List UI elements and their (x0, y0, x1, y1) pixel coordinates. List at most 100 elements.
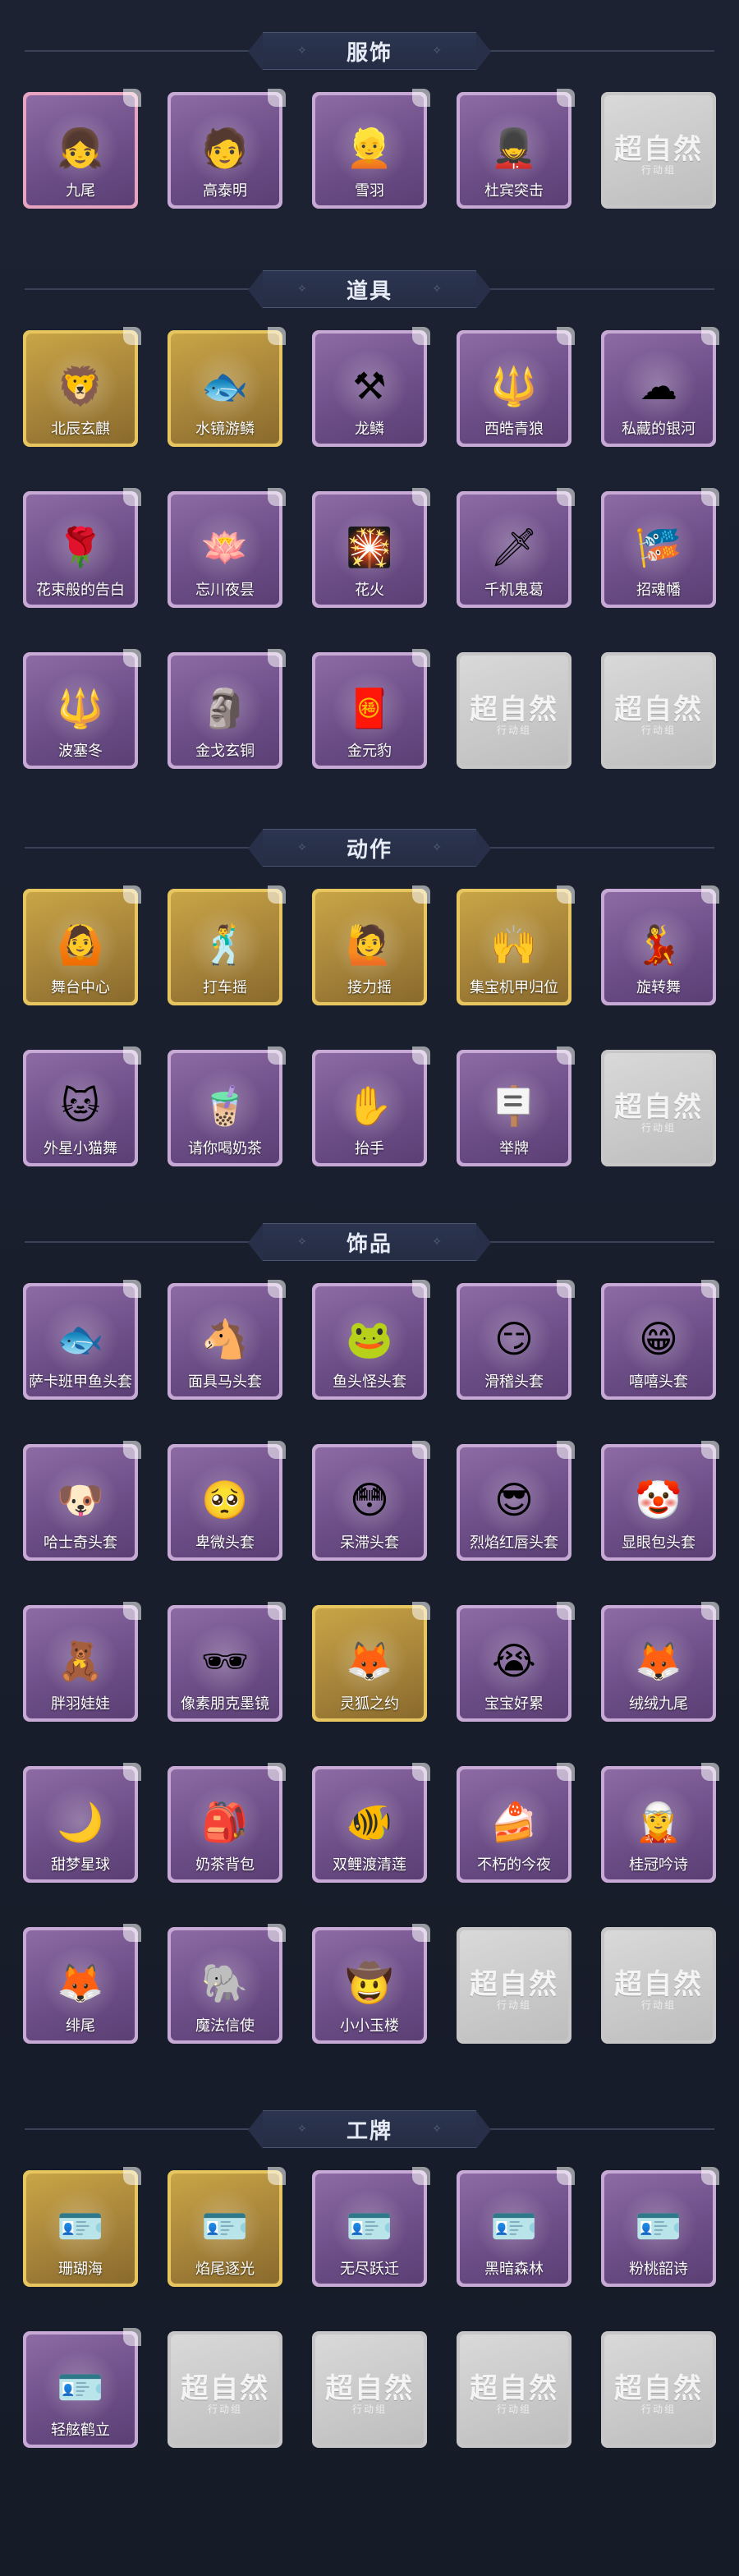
item-card[interactable]: 👱 雪羽 (312, 89, 430, 209)
locked-item-card[interactable]: 超自然 行动组 (601, 2331, 716, 2448)
item-card[interactable]: 🤠 小小玉楼 (312, 1924, 430, 2044)
item-card[interactable]: 🪷 忘川夜昙 (168, 488, 286, 608)
card-body: ☁ 私藏的银河 (604, 334, 713, 444)
item-card[interactable]: ✋ 抬手 (312, 1046, 430, 1166)
card-body: 🐶 哈士奇头套 (26, 1447, 135, 1557)
horse-head-icon: 🐴 (187, 1301, 263, 1378)
item-card[interactable]: 🧧 金元豹 (312, 649, 430, 769)
item-card[interactable]: 🔱 波塞冬 (23, 649, 141, 769)
card-body: 🐸 鱼头怪头套 (315, 1286, 424, 1396)
section-header: ✧ 服饰 ✧ (0, 25, 739, 77)
item-card[interactable]: 💃 旋转舞 (601, 886, 719, 1005)
item-card[interactable]: 🎏 招魂幡 (601, 488, 719, 608)
item-card[interactable]: 🧝 桂冠吟诗 (601, 1763, 719, 1883)
item-card[interactable]: 🌙 甜梦星球 (23, 1763, 141, 1883)
item-card[interactable]: 🗡 千机鬼葛 (457, 488, 575, 608)
item-card[interactable]: 🪧 举牌 (457, 1046, 575, 1166)
card-body: 🪪 黑暗森林 (460, 2174, 568, 2284)
item-label: 甜梦星球 (51, 1856, 110, 1874)
item-card[interactable]: 😭 宝宝好累 (457, 1602, 575, 1722)
locked-item-card[interactable]: 超自然 行动组 (601, 92, 716, 209)
item-card[interactable]: 🪪 珊瑚海 (23, 2167, 141, 2287)
item-card[interactable]: 🦊 灵狐之约 (312, 1602, 430, 1722)
item-card[interactable]: 🐟 萨卡班甲鱼头套 (23, 1280, 141, 1400)
item-card[interactable]: 🧸 胖羽娃娃 (23, 1602, 141, 1722)
item-card[interactable]: 🪪 黑暗森林 (457, 2167, 575, 2287)
item-card[interactable]: 🪪 无尽跃迁 (312, 2167, 430, 2287)
item-card[interactable]: 🔱 西皓青狼 (457, 327, 575, 447)
divider (476, 1241, 714, 1243)
card-frame-icon: 🪪 (187, 2188, 263, 2265)
item-card[interactable]: 🐸 鱼头怪头套 (312, 1280, 430, 1400)
item-card[interactable]: 🪪 轻舷鹤立 (23, 2328, 141, 2448)
card-body: 🕺 打车摇 (171, 892, 279, 1002)
item-card[interactable]: 🐟 水镜游鳞 (168, 327, 286, 447)
card-body: 🎇 花火 (315, 494, 424, 605)
item-card[interactable]: 🐘 魔法信使 (168, 1924, 286, 2044)
locked-item-card[interactable]: 超自然 行动组 (168, 2331, 282, 2448)
item-card[interactable]: 🪪 焰尾逐光 (168, 2167, 286, 2287)
corner-tag (701, 1763, 719, 1781)
section-title: 动作 (346, 837, 392, 862)
item-label: 西皓青狼 (484, 421, 544, 438)
item-card[interactable]: 🐶 哈士奇头套 (23, 1441, 141, 1561)
item-card[interactable]: 🥺 卑微头套 (168, 1441, 286, 1561)
corner-tag (123, 1280, 141, 1298)
card-body: 🤠 小小玉楼 (315, 1930, 424, 2040)
item-card[interactable]: 😁 嘻嘻头套 (601, 1280, 719, 1400)
item-card[interactable]: 🐠 双鲤渡清莲 (312, 1763, 430, 1883)
item-card[interactable]: 🗿 金戈玄铜 (168, 649, 286, 769)
item-card[interactable]: 🪪 粉桃韶诗 (601, 2167, 719, 2287)
locked-item-card[interactable]: 超自然 行动组 (457, 652, 571, 769)
item-card[interactable]: 🕶 像素朋克墨镜 (168, 1602, 286, 1722)
item-card[interactable]: 😏 滑稽头套 (457, 1280, 575, 1400)
corner-tag (123, 89, 141, 107)
item-card[interactable]: 💂 杜宾突击 (457, 89, 575, 209)
placeholder-subtitle: 行动组 (351, 2404, 387, 2415)
locked-item-card[interactable]: 超自然 行动组 (601, 652, 716, 769)
item-card[interactable]: 👧 九尾 (23, 89, 141, 209)
ornament-icon: ✧ (297, 2123, 307, 2136)
item-card[interactable]: 🦊 绯尾 (23, 1924, 141, 2044)
item-card[interactable]: 🎒 奶茶背包 (168, 1763, 286, 1883)
item-card[interactable]: ⚒ 龙鳞 (312, 327, 430, 447)
item-card[interactable]: 🦁 北辰玄麒 (23, 327, 141, 447)
banner-icon: 🎏 (621, 509, 696, 586)
corner-tag (701, 488, 719, 506)
card-body: 🔱 西皓青狼 (460, 334, 568, 444)
locked-item-card[interactable]: 超自然 行动组 (457, 1927, 571, 2044)
item-card[interactable]: 🐱 外星小猫舞 (23, 1046, 141, 1166)
item-card[interactable]: 🎇 花火 (312, 488, 430, 608)
item-card[interactable]: 🙌 集宝机甲归位 (457, 886, 575, 1005)
item-label: 桂冠吟诗 (629, 1856, 688, 1874)
divider (25, 1241, 263, 1243)
item-card[interactable]: 🕺 打车摇 (168, 886, 286, 1005)
placeholder-title: 超自然 (470, 2372, 558, 2405)
item-card[interactable]: 🌹 花束般的告白 (23, 488, 141, 608)
item-card[interactable]: ☁ 私藏的银河 (601, 327, 719, 447)
nine-tail-fox-icon: 🦊 (621, 1623, 696, 1700)
item-card[interactable]: 😎 烈焰红唇头套 (457, 1441, 575, 1561)
locked-item-card[interactable]: 超自然 行动组 (457, 2331, 571, 2448)
item-card[interactable]: 🤡 显眼包头套 (601, 1441, 719, 1561)
item-label: 高泰明 (203, 182, 247, 200)
card-body: 💂 杜宾突击 (460, 95, 568, 205)
item-card[interactable]: 🐴 面具马头套 (168, 1280, 286, 1400)
locked-item-card[interactable]: 超自然 行动组 (601, 1050, 716, 1166)
locked-item-card[interactable]: 超自然 行动组 (312, 2331, 427, 2448)
item-card[interactable]: 🦊 绒绒九尾 (601, 1602, 719, 1722)
item-label: 私藏的银河 (622, 421, 695, 438)
item-card[interactable]: 🧑 高泰明 (168, 89, 286, 209)
shovel-icon: ⚒ (332, 348, 407, 425)
item-card[interactable]: 😳 呆滞头套 (312, 1441, 430, 1561)
item-card[interactable]: 🙋 接力摇 (312, 886, 430, 1005)
item-label: 龙鳞 (355, 421, 384, 438)
locked-item-card[interactable]: 超自然 行动组 (601, 1927, 716, 2044)
item-card[interactable]: 🍰 不朽的今夜 (457, 1763, 575, 1883)
corner-tag (557, 1763, 575, 1781)
item-card[interactable]: 🧋 请你喝奶茶 (168, 1046, 286, 1166)
item-label: 哈士奇头套 (44, 1534, 117, 1552)
item-card[interactable]: 🙆 舞台中心 (23, 886, 141, 1005)
smirk-face-icon: 😏 (476, 1301, 552, 1378)
corner-tag (123, 886, 141, 904)
